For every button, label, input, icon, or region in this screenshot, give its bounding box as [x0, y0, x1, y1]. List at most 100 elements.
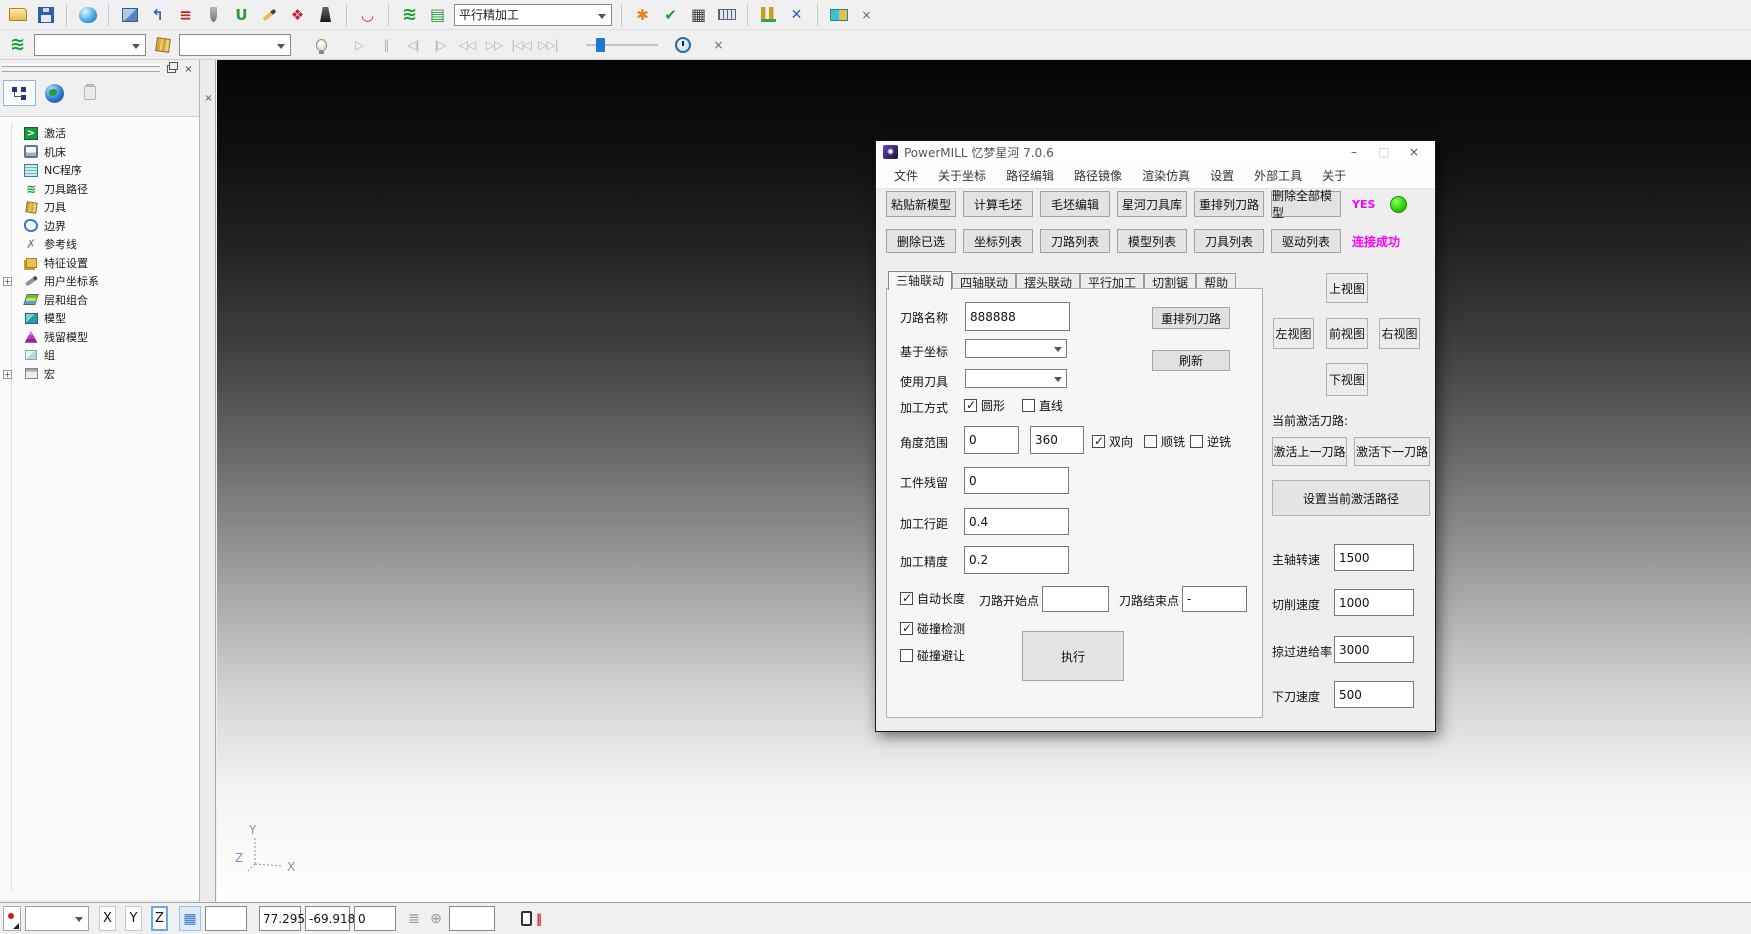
- locate-point-icon[interactable]: ⊕: [427, 911, 445, 927]
- coord-x-input[interactable]: 77.2951: [259, 906, 301, 931]
- collision-avoid-checkbox[interactable]: [900, 649, 913, 662]
- tool-pins-icon[interactable]: [757, 3, 780, 26]
- stock-edit-button[interactable]: 毛坯编辑: [1040, 191, 1110, 217]
- skip-end-button[interactable]: ▷▷|: [537, 38, 559, 52]
- bidirectional-checkbox[interactable]: [1092, 435, 1105, 448]
- tool-star-icon[interactable]: ✱: [631, 3, 654, 26]
- panel-grip[interactable]: [2, 64, 160, 74]
- coord-list-button[interactable]: 坐标列表: [963, 229, 1033, 253]
- line-checkbox[interactable]: [1022, 399, 1035, 412]
- climb-checkbox[interactable]: [1144, 435, 1157, 448]
- calculator-icon[interactable]: ▦: [687, 3, 710, 26]
- strategy-list-icon[interactable]: ▤: [426, 3, 449, 26]
- axis-y-button[interactable]: Y: [125, 906, 142, 931]
- bidirectional-checkbox-row[interactable]: 双向: [1092, 433, 1133, 450]
- circle-checkbox[interactable]: [964, 399, 977, 412]
- float-panel-icon[interactable]: [164, 62, 179, 76]
- refresh-button[interactable]: 刷新: [1152, 350, 1230, 371]
- step-back-button[interactable]: ◁|: [402, 38, 424, 52]
- tree-item-boundary[interactable]: 边界: [0, 217, 199, 236]
- tolerance-input[interactable]: 0.2: [964, 546, 1069, 574]
- tree-item-macro[interactable]: +宏: [0, 365, 199, 384]
- tree-item-stock-model[interactable]: 残留模型: [0, 328, 199, 347]
- climb-checkbox-row[interactable]: 顺铣: [1144, 433, 1185, 450]
- expander-icon[interactable]: +: [3, 277, 12, 286]
- auto-length-checkbox-row[interactable]: 自动长度: [900, 590, 965, 607]
- axis-z-button[interactable]: Z: [151, 906, 168, 931]
- ruler-icon[interactable]: [715, 3, 738, 26]
- toolpath-select-combo[interactable]: [34, 34, 146, 56]
- slider-handle[interactable]: [596, 38, 605, 52]
- cross-arrows-icon[interactable]: ✕: [785, 3, 808, 26]
- start-point-input[interactable]: [1042, 586, 1109, 612]
- pattern-pencil-icon[interactable]: [258, 3, 281, 26]
- menu-coords[interactable]: 关于坐标: [928, 166, 996, 186]
- trash-button[interactable]: [73, 80, 106, 106]
- circle-checkbox-row[interactable]: 圆形: [964, 397, 1005, 414]
- view-front-button[interactable]: 前视图: [1326, 318, 1368, 349]
- model-boxes-icon[interactable]: [827, 3, 850, 26]
- toolpath-spring-icon[interactable]: ≋: [398, 3, 421, 26]
- rapid-feed-input[interactable]: 3000: [1334, 636, 1414, 663]
- use-tool-combo[interactable]: [965, 369, 1067, 388]
- tree-item-model[interactable]: 模型: [0, 309, 199, 328]
- tree-item-pattern[interactable]: ✗参考线: [0, 235, 199, 254]
- collision-check-checkbox[interactable]: [900, 622, 913, 635]
- conventional-checkbox-row[interactable]: 逆铣: [1190, 433, 1231, 450]
- axis-x-button[interactable]: X: [99, 906, 116, 931]
- calc-stock-button[interactable]: 计算毛坯: [963, 191, 1033, 217]
- menu-external-tools[interactable]: 外部工具: [1244, 166, 1312, 186]
- set-active-path-button[interactable]: 设置当前激活路径: [1272, 480, 1430, 516]
- menu-about[interactable]: 关于: [1312, 166, 1356, 186]
- menu-file[interactable]: 文件: [884, 166, 928, 186]
- rewind-button[interactable]: ◁◁: [456, 38, 478, 52]
- globe-view-button[interactable]: [38, 80, 71, 106]
- minimize-button[interactable]: –: [1341, 143, 1367, 161]
- fast-forward-button[interactable]: ▷▷: [483, 38, 505, 52]
- maximize-button[interactable]: □: [1371, 143, 1397, 161]
- tool-list-button[interactable]: 刀具列表: [1194, 229, 1264, 253]
- close-button[interactable]: ×: [1401, 143, 1427, 161]
- tree-item-toolpath[interactable]: ≋刀具路径: [0, 180, 199, 199]
- xyz-list-icon[interactable]: ≣: [405, 911, 423, 927]
- ball-tool-icon[interactable]: [202, 3, 225, 26]
- tree-item-feature-set[interactable]: 特征设置: [0, 254, 199, 273]
- toolbar-close-icon[interactable]: ×: [707, 33, 730, 56]
- toolpath-arrow-icon[interactable]: ↰: [146, 3, 169, 26]
- view-bottom-button[interactable]: 下视图: [1326, 363, 1368, 396]
- device-icon[interactable]: [521, 911, 532, 926]
- view-left-button[interactable]: 左视图: [1273, 318, 1314, 349]
- open-file-icon[interactable]: [6, 3, 29, 26]
- plunge-speed-input[interactable]: 500: [1334, 681, 1414, 708]
- simulate-tool-icon[interactable]: ◡: [356, 3, 379, 26]
- boundary-lines-icon[interactable]: ≡: [174, 3, 197, 26]
- spindle-speed-input[interactable]: 1500: [1334, 544, 1414, 571]
- paste-new-model-button[interactable]: 粘贴新模型: [886, 191, 956, 217]
- close-panel-icon[interactable]: ×: [181, 62, 196, 76]
- base-coord-combo[interactable]: [965, 339, 1067, 358]
- tree-item-tools[interactable]: 刀具: [0, 198, 199, 217]
- play-button[interactable]: ▷: [348, 38, 370, 52]
- end-point-input[interactable]: -: [1182, 586, 1247, 612]
- strategy-combo[interactable]: 平行精加工: [454, 4, 612, 26]
- block-icon[interactable]: [118, 3, 141, 26]
- collision-check-checkbox-row[interactable]: 碰撞检测: [900, 620, 965, 637]
- stock-input[interactable]: 0: [964, 467, 1069, 494]
- tree-item-workplane[interactable]: +用户坐标系: [0, 272, 199, 291]
- menu-path-edit[interactable]: 路径编辑: [996, 166, 1064, 186]
- tree-item-nc-program[interactable]: NC程序: [0, 161, 199, 180]
- menu-path-mirror[interactable]: 路径镜像: [1064, 166, 1132, 186]
- expander-icon[interactable]: +: [3, 370, 12, 379]
- view-right-button[interactable]: 右视图: [1379, 318, 1420, 349]
- toolpath-name-input[interactable]: 888888: [965, 302, 1070, 331]
- tree-item-levels[interactable]: 层和组合: [0, 291, 199, 310]
- coord-z-input[interactable]: 0: [354, 906, 396, 931]
- tree-item-activate[interactable]: >激活: [0, 124, 199, 143]
- rearrange-toolpath-button[interactable]: 重排列刀路: [1194, 191, 1264, 217]
- delete-selected-button[interactable]: 删除已选: [886, 229, 956, 253]
- model-list-button[interactable]: 模型列表: [1117, 229, 1187, 253]
- menu-render-sim[interactable]: 渲染仿真: [1132, 166, 1200, 186]
- auto-length-checkbox[interactable]: [900, 592, 913, 605]
- grid-size-input[interactable]: [205, 906, 247, 931]
- drive-list-button[interactable]: 驱动列表: [1271, 229, 1341, 253]
